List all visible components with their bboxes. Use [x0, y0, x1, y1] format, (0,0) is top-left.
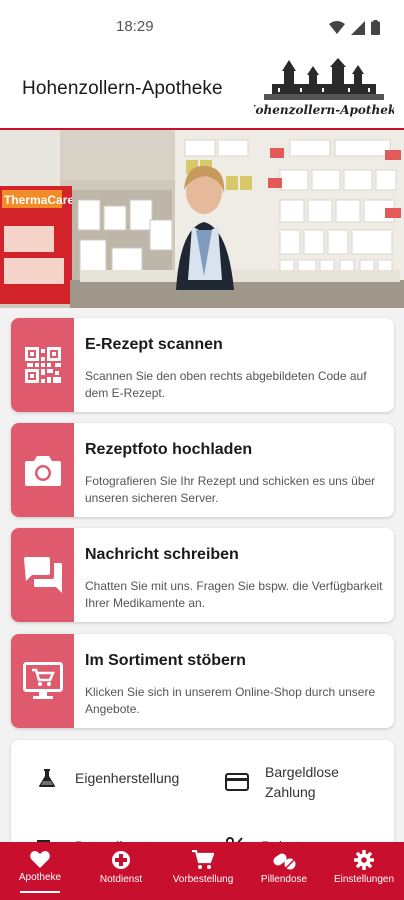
action-description: Chatten Sie mit uns. Fragen Sie bspw. di… — [85, 579, 383, 610]
nav-label: Einstellungen — [333, 874, 395, 885]
credit-card-icon — [225, 773, 249, 791]
page-title: Hohenzollern-Apotheke — [22, 78, 223, 99]
feature-label: Bargeldlose Zahlung — [265, 764, 339, 800]
action-icon-box — [11, 423, 74, 517]
nav-item-pillendose[interactable]: Pillendose — [244, 842, 324, 900]
app-header: Hohenzollern-Apotheke Hohenzollern-Apoth… — [0, 56, 404, 128]
action-description: Klicken Sie sich in unserem Online-Shop … — [85, 685, 376, 716]
hero-image: ThermaCare — [0, 130, 404, 308]
action-description: Fotografieren Sie Ihr Rezept und schicke… — [85, 474, 376, 505]
action-description: Scannen Sie den oben rechts abgebildeten… — [85, 369, 367, 400]
nav-item-notdienst[interactable]: Notdienst — [80, 842, 162, 900]
action-title: Rezeptfoto hochladen — [85, 441, 253, 458]
action-icon-box — [11, 528, 74, 622]
bottom-navigation: Apotheke Notdienst Vorbestellung Pillend… — [0, 842, 404, 900]
nav-item-apotheke[interactable]: Apotheke — [0, 842, 80, 900]
wifi-icon — [329, 20, 345, 34]
status-icons — [329, 20, 380, 35]
pharmacy-logo: Hohenzollern-Apotheke — [254, 58, 394, 117]
battery-icon — [371, 20, 380, 35]
action-icon-box — [11, 318, 74, 412]
action-title: Im Sortiment stöbern — [85, 652, 246, 669]
chat-icon — [23, 557, 62, 593]
nav-label: Pillendose — [260, 874, 308, 885]
signal-icon — [351, 20, 365, 35]
nav-label: Vorbestellung — [172, 874, 234, 885]
hero-banner-text: ThermaCare — [4, 193, 74, 207]
action-title: Nachricht schreiben — [85, 546, 239, 563]
nav-label: Notdienst — [99, 874, 143, 885]
nav-item-vorbestellung[interactable]: Vorbestellung — [162, 842, 244, 900]
nav-active-indicator — [20, 891, 60, 893]
qr-code-icon — [24, 347, 61, 383]
action-title: E-Rezept scannen — [85, 336, 223, 353]
feature-item: Bargeldlose Zahlung — [225, 762, 355, 802]
camera-icon — [24, 456, 61, 486]
action-card-e-rezept[interactable]: E-Rezept scannen Scannen Sie den oben re… — [11, 318, 394, 412]
emergency-icon — [112, 851, 130, 869]
pills-icon — [273, 853, 296, 870]
action-icon-box — [11, 634, 74, 728]
flask-icon — [39, 769, 55, 787]
nav-label: Apotheke — [18, 872, 62, 883]
pharmacy-interior-image: ThermaCare — [0, 130, 404, 308]
status-time: 18:29 — [116, 18, 154, 35]
nav-item-einstellungen[interactable]: Einstellungen — [324, 842, 404, 900]
status-bar: 18:29 — [0, 0, 404, 56]
logo-text: Hohenzollern-Apotheke — [254, 103, 394, 117]
cart-icon — [192, 850, 214, 869]
heart-icon — [30, 851, 50, 868]
feature-item: Eigenherstellung — [37, 768, 179, 788]
gear-icon — [354, 850, 374, 870]
action-card-sortiment[interactable]: Im Sortiment stöbern Klicken Sie sich in… — [11, 634, 394, 728]
feature-label: Eigenherstellung — [75, 770, 180, 786]
shop-monitor-icon — [22, 662, 63, 699]
action-card-rezeptfoto[interactable]: Rezeptfoto hochladen Fotografieren Sie I… — [11, 423, 394, 517]
action-card-nachricht[interactable]: Nachricht schreiben Chatten Sie mit uns.… — [11, 528, 394, 622]
